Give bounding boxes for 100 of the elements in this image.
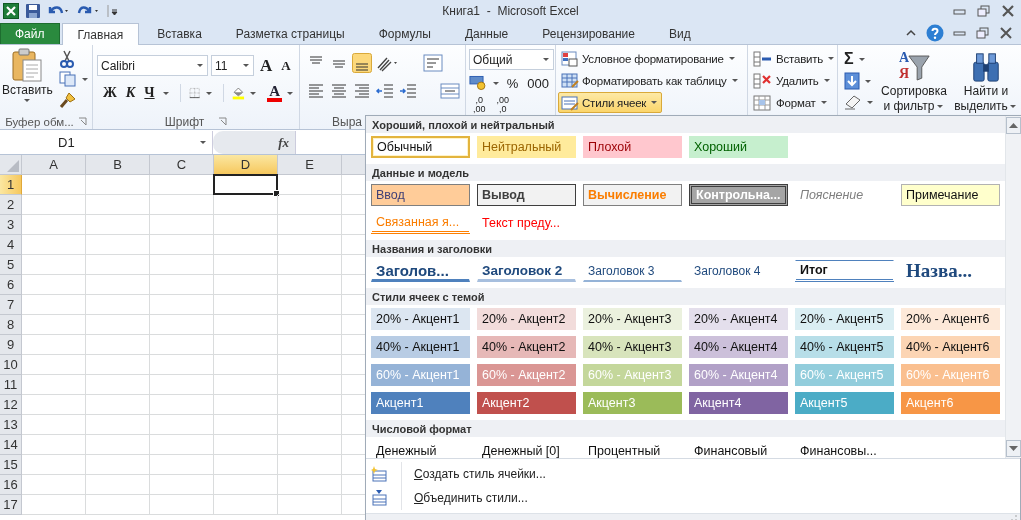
ribbon-tab[interactable]: Вид: [652, 23, 707, 44]
bold-button[interactable]: Ж: [97, 85, 120, 101]
resize-grip-icon[interactable]: [1010, 514, 1018, 520]
sheet-cell[interactable]: [278, 475, 342, 495]
sheet-cell[interactable]: [214, 315, 278, 335]
scrollbar[interactable]: [1005, 116, 1021, 458]
sheet-cell[interactable]: [22, 295, 86, 315]
sheet-cell[interactable]: [278, 215, 342, 235]
sheet-cell[interactable]: [150, 215, 214, 235]
sheet-cell[interactable]: [22, 175, 86, 195]
row-header[interactable]: 13: [0, 415, 22, 435]
sheet-cell[interactable]: [214, 495, 278, 515]
cell-style-option[interactable]: 40% - Акцент6: [901, 336, 1000, 358]
sheet-cell[interactable]: [278, 255, 342, 275]
increase-indent-icon[interactable]: [398, 81, 418, 101]
file-tab[interactable]: Файл: [0, 23, 60, 44]
cells-format-button[interactable]: Формат: [750, 92, 832, 113]
sheet-cell[interactable]: [278, 455, 342, 475]
customize-toolbar-icon[interactable]: [107, 3, 119, 19]
font-name-field[interactable]: Calibri: [97, 55, 208, 76]
sheet-cell[interactable]: [214, 355, 278, 375]
restore-icon[interactable]: [977, 5, 991, 17]
cell-style-option[interactable]: Итог: [795, 260, 894, 282]
active-cell[interactable]: [214, 175, 278, 195]
sheet-cell[interactable]: [150, 395, 214, 415]
cell-style-option[interactable]: 40% - Акцент5: [795, 336, 894, 358]
sheet-cell[interactable]: [22, 475, 86, 495]
row-header[interactable]: 11: [0, 375, 22, 395]
sheet-cell[interactable]: [278, 415, 342, 435]
align-center-icon[interactable]: [329, 81, 349, 101]
sheet-cell[interactable]: [214, 195, 278, 215]
cells-insert-button[interactable]: Вставить: [750, 48, 840, 69]
sheet-cell[interactable]: [278, 195, 342, 215]
cell-style-option[interactable]: Финансовы...: [795, 440, 894, 462]
row-header[interactable]: 15: [0, 455, 22, 475]
sheet-cell[interactable]: [214, 395, 278, 415]
sheet-cell[interactable]: [278, 495, 342, 515]
sheet-cell[interactable]: [86, 235, 150, 255]
sheet-cell[interactable]: [22, 275, 86, 295]
dropdown-arrow-icon[interactable]: [24, 99, 31, 102]
sheet-cell[interactable]: [86, 215, 150, 235]
italic-button[interactable]: К: [122, 85, 139, 101]
cells-delete-button[interactable]: Удалить: [750, 70, 835, 91]
sheet-cell[interactable]: [86, 275, 150, 295]
sheet-cell[interactable]: [214, 235, 278, 255]
dialog-launcher-icon[interactable]: [218, 117, 228, 126]
sheet-cell[interactable]: [150, 275, 214, 295]
ribbon-tab[interactable]: Вставка: [141, 23, 218, 44]
sheet-cell[interactable]: [86, 375, 150, 395]
cell-style-option[interactable]: 40% - Акцент1: [371, 336, 470, 358]
sheet-cell[interactable]: [214, 375, 278, 395]
sheet-cell[interactable]: [214, 415, 278, 435]
sheet-cell[interactable]: [86, 195, 150, 215]
wrap-text-icon[interactable]: [422, 53, 444, 73]
restore-icon[interactable]: [976, 27, 990, 39]
sheet-cell[interactable]: [214, 295, 278, 315]
sheet-cell[interactable]: [86, 315, 150, 335]
sheet-cell[interactable]: [278, 295, 342, 315]
dropdown-arrow-icon[interactable]: [858, 57, 865, 61]
align-left-icon[interactable]: [306, 81, 326, 101]
increase-decimal-button[interactable]: ,0 ,00: [469, 96, 490, 114]
row-header[interactable]: 7: [0, 295, 22, 315]
sheet-cell[interactable]: [86, 335, 150, 355]
grow-font-button[interactable]: A: [257, 55, 276, 76]
row-header[interactable]: 2: [0, 195, 22, 215]
cell-style-option[interactable]: Примечание: [901, 184, 1000, 206]
ribbon-tab[interactable]: Разметка страницы: [219, 23, 361, 44]
sheet-cell[interactable]: [86, 455, 150, 475]
cell-style-option[interactable]: Заголовок 3: [583, 260, 682, 282]
cell-style-option[interactable]: Заголов...: [371, 260, 470, 282]
sheet-cell[interactable]: [150, 335, 214, 355]
align-right-icon[interactable]: [352, 81, 372, 101]
column-header[interactable]: E: [278, 155, 342, 175]
sheet-cell[interactable]: [22, 375, 86, 395]
menu-item[interactable]: Объединить стили...: [401, 486, 528, 510]
ribbon-tab[interactable]: Формулы: [362, 23, 447, 44]
cell-style-option[interactable]: 20% - Акцент1: [371, 308, 470, 330]
row-header[interactable]: 17: [0, 495, 22, 515]
sheet-cell[interactable]: [214, 275, 278, 295]
sheet-cell[interactable]: [150, 415, 214, 435]
sheet-cell[interactable]: [278, 175, 342, 195]
sheet-cell[interactable]: [278, 355, 342, 375]
currency-icon[interactable]: [469, 74, 488, 92]
align-bottom-icon[interactable]: [352, 53, 372, 73]
row-header[interactable]: 5: [0, 255, 22, 275]
row-header[interactable]: 3: [0, 215, 22, 235]
insert-function-button[interactable]: fx: [278, 134, 289, 151]
cell-style-option[interactable]: Вывод: [477, 184, 576, 206]
sheet-cell[interactable]: [150, 315, 214, 335]
column-header[interactable]: A: [22, 155, 86, 175]
cell-style-option[interactable]: Акцент2: [477, 392, 576, 414]
column-header[interactable]: D: [214, 155, 278, 175]
sheet-cell[interactable]: [22, 455, 86, 475]
scissors-icon[interactable]: [58, 49, 75, 68]
row-header[interactable]: 12: [0, 395, 22, 415]
sheet-cell[interactable]: [150, 235, 214, 255]
sheet-cell[interactable]: [86, 435, 150, 455]
sheet-cell[interactable]: [22, 355, 86, 375]
sheet-cell[interactable]: [22, 415, 86, 435]
formula-bar-handle[interactable]: fx: [213, 131, 295, 154]
